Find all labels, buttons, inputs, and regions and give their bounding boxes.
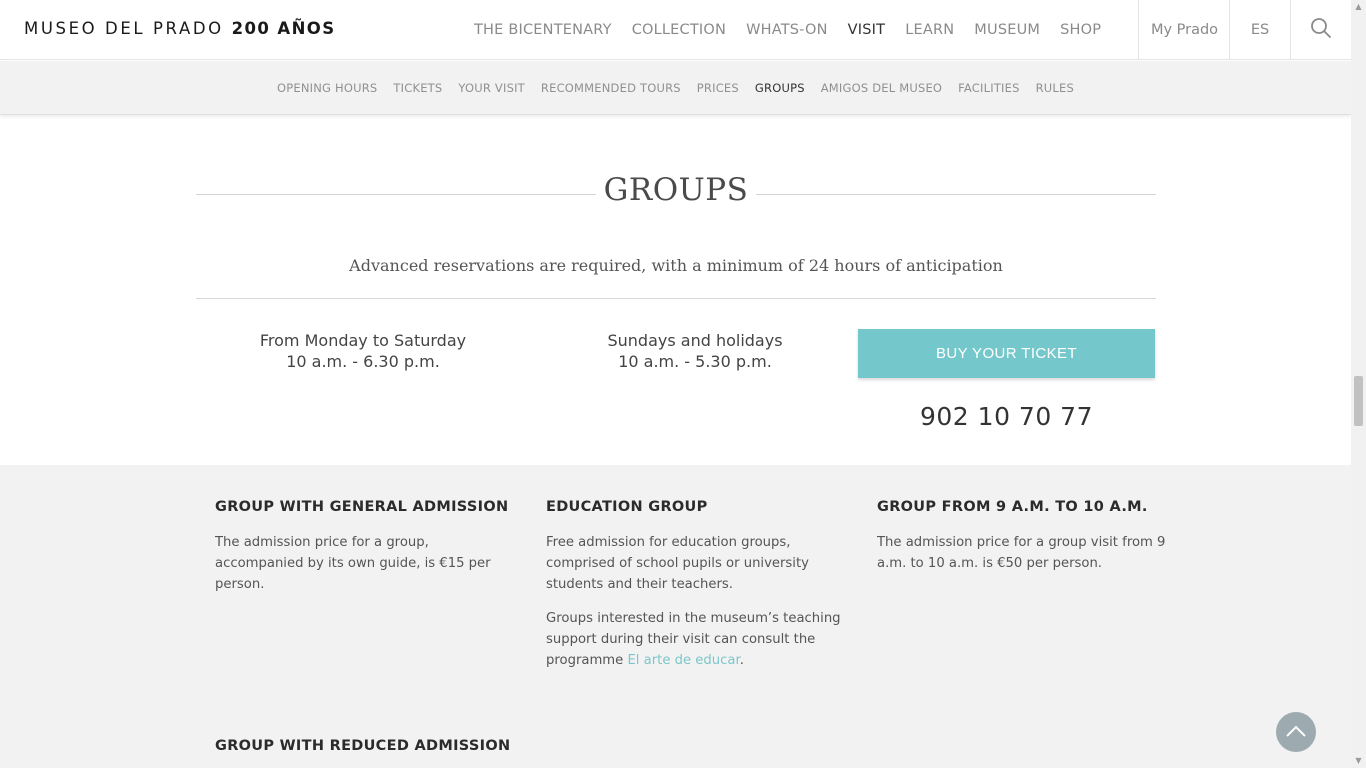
- buy-ticket-button[interactable]: BUY YOUR TICKET: [858, 329, 1155, 378]
- museum-logo[interactable]: MUSEO DEL PRADO 200 AÑOS: [24, 19, 336, 38]
- card-text: Free admission for education groups, com…: [546, 535, 809, 592]
- scroll-down-arrow-icon[interactable]: ▼: [1351, 754, 1366, 768]
- language-switch[interactable]: ES: [1229, 0, 1290, 60]
- section-divider: [196, 298, 1156, 299]
- card-title: GROUP WITH REDUCED ADMISSION: [215, 738, 511, 754]
- search-button[interactable]: [1290, 0, 1351, 60]
- phone-number[interactable]: 902 10 70 77: [858, 402, 1155, 431]
- subnav-prices[interactable]: PRICES: [697, 81, 739, 95]
- subnav-facilities[interactable]: FACILITIES: [958, 81, 1019, 95]
- subnav-recommended-tours[interactable]: RECOMMENDED TOURS: [541, 81, 681, 95]
- main-nav: THE BICENTENARY COLLECTION WHATS-ON VISI…: [464, 0, 1111, 60]
- card-education-group: EDUCATION GROUP Free admission for educa…: [546, 499, 846, 671]
- nav-item-collection[interactable]: COLLECTION: [622, 22, 736, 38]
- scrollbar-thumb[interactable]: [1354, 376, 1363, 426]
- subnav-your-visit[interactable]: YOUR VISIT: [458, 81, 525, 95]
- card-general-admission: GROUP WITH GENERAL ADMISSION The admissi…: [215, 499, 515, 595]
- nav-item-bicentenary[interactable]: THE BICENTENARY: [464, 22, 622, 38]
- card-title: GROUP WITH GENERAL ADMISSION: [215, 499, 509, 515]
- my-prado-link[interactable]: My Prado: [1138, 0, 1230, 60]
- top-header: MUSEO DEL PRADO 200 AÑOS THE BICENTENARY…: [0, 0, 1351, 60]
- card-early-group: GROUP FROM 9 A.M. TO 10 A.M. The admissi…: [877, 499, 1177, 574]
- hours-sundays: Sundays and holidays 10 a.m. - 5.30 p.m.: [545, 330, 845, 372]
- subnav-rules[interactable]: RULES: [1036, 81, 1074, 95]
- page-title: GROUPS: [603, 172, 749, 208]
- hours-weekdays-time: 10 a.m. - 6.30 p.m.: [286, 352, 440, 371]
- subnav-amigos-del-museo[interactable]: AMIGOS DEL MUSEO: [821, 81, 942, 95]
- visit-subnav: OPENING HOURS TICKETS YOUR VISIT RECOMME…: [0, 61, 1351, 115]
- el-arte-de-educar-link[interactable]: El arte de educar: [627, 653, 739, 668]
- nav-item-museum[interactable]: MUSEUM: [964, 22, 1050, 38]
- card-text-teaching-support: Groups interested in the museum’s teachi…: [546, 608, 846, 671]
- subnav-opening-hours[interactable]: OPENING HOURS: [277, 81, 377, 95]
- subnav-tickets[interactable]: TICKETS: [393, 81, 442, 95]
- scroll-up-arrow-icon[interactable]: ▲: [1351, 0, 1366, 14]
- page-scrollbar[interactable]: ▲ ▼: [1351, 0, 1366, 768]
- scroll-to-top-button[interactable]: [1276, 712, 1316, 752]
- card-reduced-admission: GROUP WITH REDUCED ADMISSION: [215, 738, 535, 754]
- card-text: The admission price for a group, accompa…: [215, 535, 491, 592]
- groups-title-row: GROUPS: [196, 172, 1156, 216]
- card-text: The admission price for a group visit fr…: [877, 535, 1166, 571]
- hours-weekdays: From Monday to Saturday 10 a.m. - 6.30 p…: [213, 330, 513, 372]
- card-title: EDUCATION GROUP: [546, 499, 708, 515]
- nav-item-whats-on[interactable]: WHATS-ON: [736, 22, 838, 38]
- chevron-up-icon: [1285, 723, 1307, 742]
- hours-sundays-days: Sundays and holidays: [607, 331, 783, 350]
- nav-item-visit[interactable]: VISIT: [838, 22, 896, 38]
- logo-bold-text: 200 AÑOS: [231, 19, 336, 38]
- nav-item-learn[interactable]: LEARN: [895, 22, 964, 38]
- search-icon: [1310, 17, 1332, 43]
- subnav-groups[interactable]: GROUPS: [755, 81, 805, 95]
- hours-weekdays-days: From Monday to Saturday: [259, 331, 467, 350]
- card-title: GROUP FROM 9 A.M. TO 10 A.M.: [877, 499, 1148, 515]
- logo-text: MUSEO DEL PRADO: [24, 19, 224, 38]
- card-text-after-link: .: [739, 653, 744, 668]
- hours-sundays-time: 10 a.m. - 5.30 p.m.: [618, 352, 772, 371]
- nav-item-shop[interactable]: SHOP: [1050, 22, 1111, 38]
- reservation-note: Advanced reservations are required, with…: [349, 256, 1003, 275]
